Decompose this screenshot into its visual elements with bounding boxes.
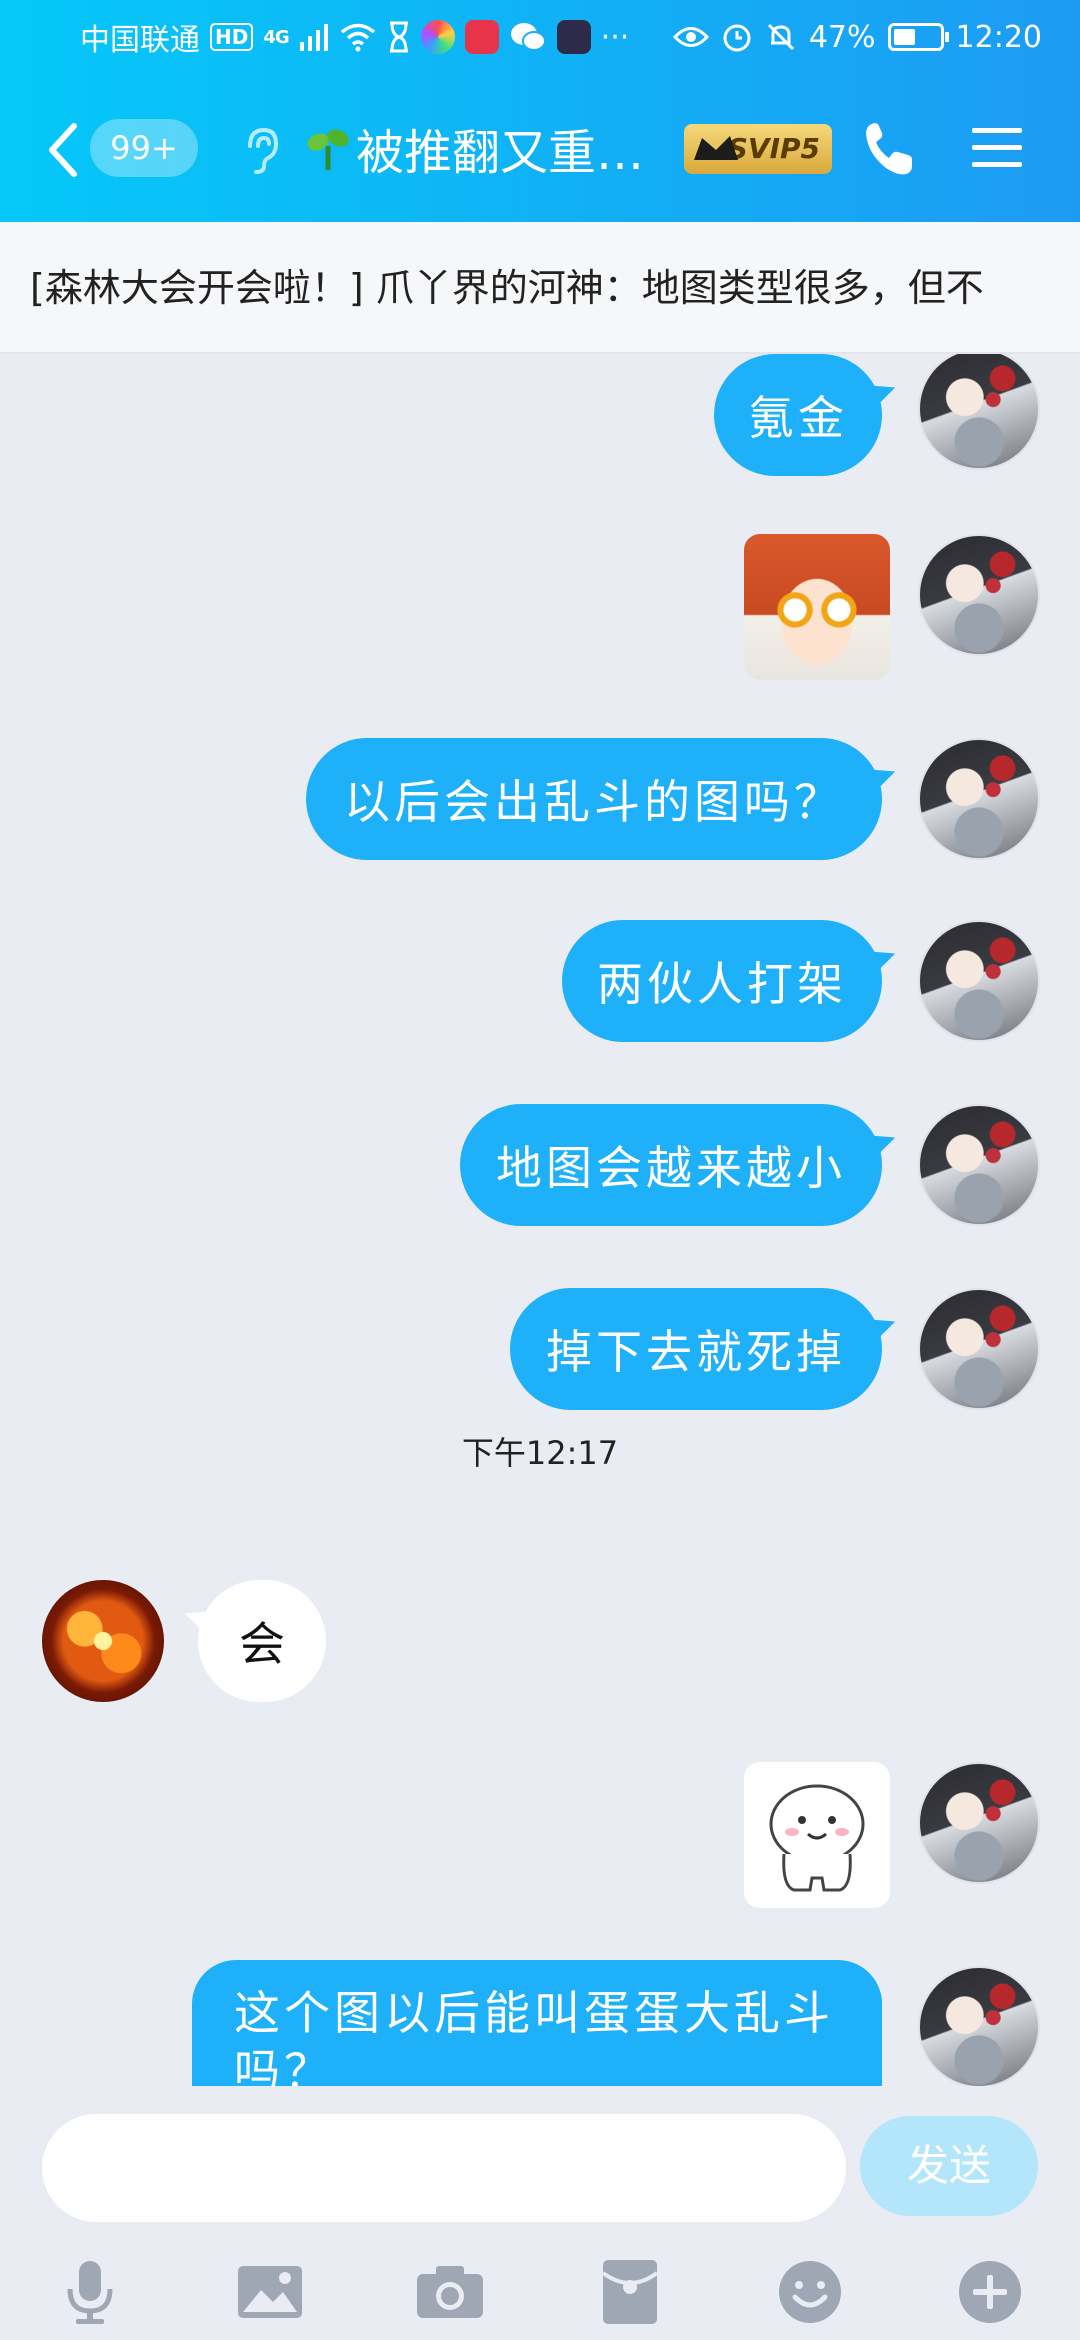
message-bubble[interactable]: 掉下去就死掉 xyxy=(510,1288,882,1410)
my-avatar[interactable] xyxy=(918,534,1040,656)
my-avatar[interactable] xyxy=(918,1288,1040,1410)
plus-icon xyxy=(959,2261,1021,2323)
red-packet-button[interactable] xyxy=(590,2252,670,2332)
sprout-icon xyxy=(307,129,349,170)
chat-title-text: 被推翻又重… xyxy=(356,125,645,181)
status-bar-left: 中国联通 HD 4G ··· xyxy=(80,14,629,60)
message-timestamp: 下午12:17 xyxy=(461,1434,619,1472)
signal-icon xyxy=(299,24,328,51)
crying-girl-sticker[interactable] xyxy=(744,534,890,680)
nav-row: 99+ 被推翻又重… SVIP5 xyxy=(0,110,1080,190)
hd-badge: HD xyxy=(210,23,254,51)
image-icon xyxy=(238,2266,302,2318)
my-avatar[interactable] xyxy=(918,1966,1040,2086)
svip-crown-icon xyxy=(694,136,738,160)
more-notifications: ··· xyxy=(600,19,630,55)
more-button[interactable] xyxy=(950,2252,1030,2332)
input-toolbar xyxy=(0,2252,1080,2332)
my-avatar[interactable] xyxy=(918,1762,1040,1884)
send-button[interactable]: 发送 xyxy=(860,2116,1038,2216)
chat-title[interactable]: 被推翻又重… xyxy=(306,116,645,181)
red-packet-icon xyxy=(601,2260,659,2324)
message-bubble[interactable]: 以后会出乱斗的图吗？ xyxy=(306,738,882,860)
camera-icon xyxy=(417,2266,483,2318)
emoji-icon xyxy=(779,2261,841,2323)
microphone-icon xyxy=(67,2261,113,2324)
message-bubble[interactable]: 两伙人打架 xyxy=(562,920,882,1042)
message-bubble[interactable]: 地图会越来越小 xyxy=(460,1104,882,1226)
my-avatar[interactable] xyxy=(918,738,1040,860)
chat-header: 中国联通 HD 4G ··· 47% 12:20 99+ 被推翻又重… SVIP… xyxy=(0,0,1080,222)
camera-button[interactable] xyxy=(410,2252,490,2332)
heart-app-icon xyxy=(464,20,499,54)
voice-button[interactable] xyxy=(50,2252,130,2332)
network-type: 4G xyxy=(263,26,289,48)
back-icon[interactable] xyxy=(44,120,84,180)
battery-percent: 47% xyxy=(808,19,876,55)
contact-avatar[interactable] xyxy=(42,1580,164,1702)
my-avatar[interactable] xyxy=(918,1104,1040,1226)
emoji-button[interactable] xyxy=(770,2252,850,2332)
status-bar: 中国联通 HD 4G ··· 47% 12:20 xyxy=(0,0,1080,74)
battery-icon xyxy=(887,23,949,51)
blob-character-icon xyxy=(769,1784,865,1892)
my-avatar[interactable] xyxy=(918,354,1040,470)
clock: 12:20 xyxy=(955,19,1042,55)
eye-icon xyxy=(672,27,709,47)
message-bubble[interactable]: 会 xyxy=(198,1580,326,1702)
input-area: 发送 xyxy=(0,2086,1080,2340)
menu-icon[interactable] xyxy=(970,124,1024,172)
wechat-icon xyxy=(510,23,546,51)
carrier-name: 中国联通 xyxy=(80,23,200,58)
message-list[interactable]: 氪金 以后会出乱斗的图吗？ 两伙人打架 地图会越来越小 掉下去就死掉 下午12:… xyxy=(0,354,1080,2086)
my-avatar[interactable] xyxy=(918,920,1040,1042)
smiling-blob-sticker[interactable] xyxy=(744,1762,890,1908)
battery-level xyxy=(893,29,915,45)
message-bubble[interactable]: 这个图以后能叫蛋蛋大乱斗吗？ xyxy=(192,1960,882,2086)
color-wheel-app-icon xyxy=(420,20,455,54)
lightning-app-icon xyxy=(556,20,591,54)
message-input[interactable] xyxy=(42,2114,846,2222)
hourglass-icon xyxy=(389,21,408,53)
mute-icon xyxy=(767,23,794,51)
earpiece-mode-icon[interactable] xyxy=(240,126,280,176)
status-bar-right: 47% 12:20 xyxy=(672,14,1042,60)
photo-button[interactable] xyxy=(230,2252,310,2332)
alarm-icon xyxy=(723,24,751,52)
phone-icon[interactable] xyxy=(862,120,916,178)
svip-badge[interactable]: SVIP5 xyxy=(684,124,832,174)
message-bubble[interactable]: 氪金 xyxy=(714,354,882,476)
wifi-icon xyxy=(340,23,375,52)
group-announcement[interactable]: [森林大会开会啦！] 爪丫界的河神：地图类型很多，但不 xyxy=(0,222,1080,354)
unread-count-badge[interactable]: 99+ xyxy=(90,119,198,177)
